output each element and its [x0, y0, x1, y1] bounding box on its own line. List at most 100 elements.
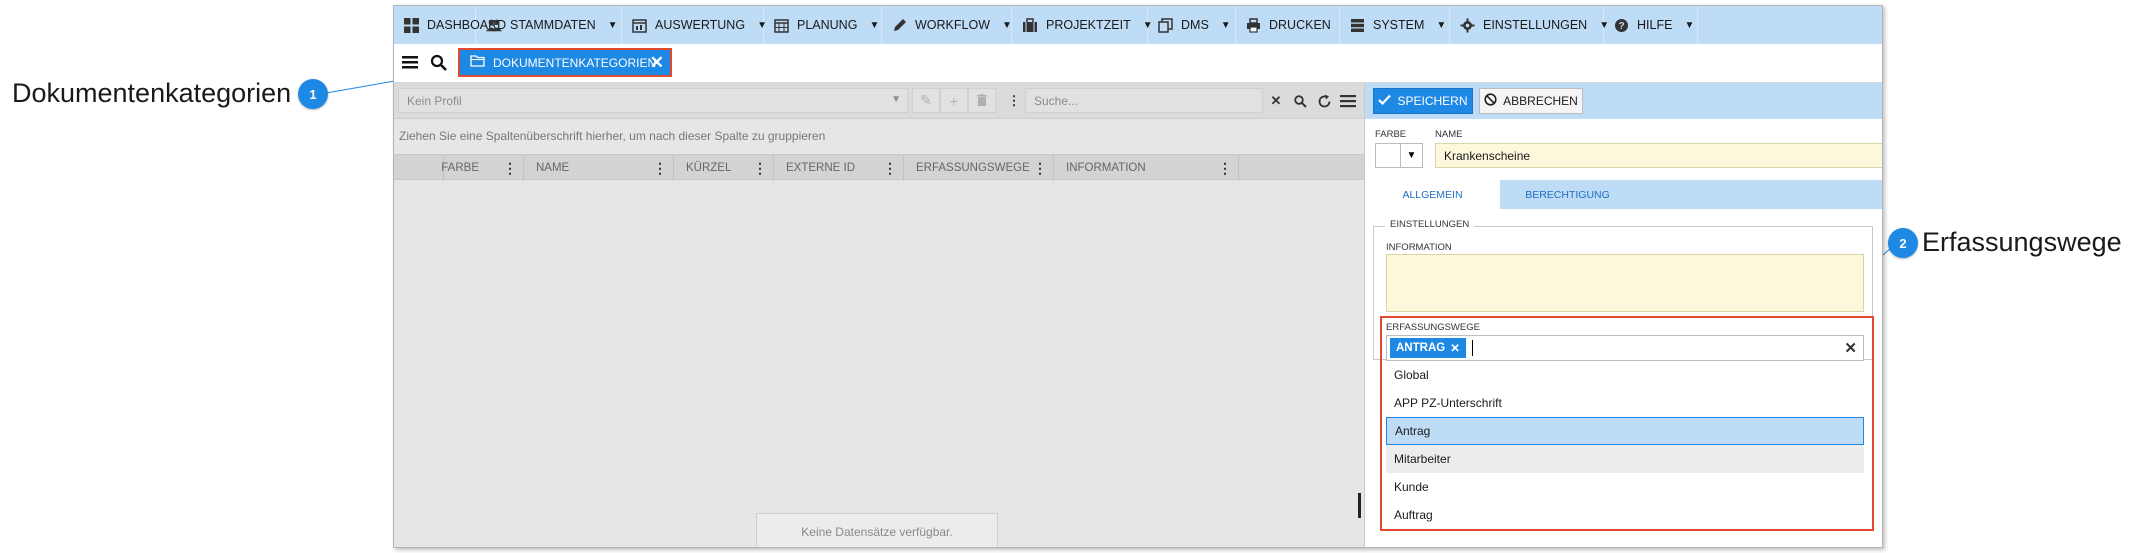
column-label: KÜRZEL — [686, 162, 732, 174]
search-icon[interactable] — [1291, 92, 1309, 110]
clear-search-icon[interactable]: ✕ — [1267, 92, 1285, 110]
color-picker[interactable]: ▼ — [1375, 143, 1423, 168]
dropdown-option[interactable]: APP PZ-Unterschrift — [1386, 389, 1864, 417]
dropdown-option[interactable]: Antrag — [1386, 417, 1864, 445]
column-menu-icon[interactable]: ⋮ — [1218, 160, 1232, 177]
column-label: EXTERNE ID — [786, 162, 856, 174]
group-by-hint: Ziehen Sie eine Spaltenüberschrift hierh… — [399, 129, 826, 143]
refresh-icon[interactable] — [1315, 92, 1333, 110]
menu-item-projektzeit[interactable]: PROJEKTZEIT ▼ — [1012, 6, 1153, 44]
menu-item-planung[interactable]: PLANUNG ▼ — [764, 6, 882, 44]
menu-label: WORKFLOW — [915, 18, 990, 32]
panel-splitter[interactable] — [1358, 493, 1361, 518]
grid-search-input[interactable]: Suche... — [1025, 88, 1263, 113]
hamburger-menu-icon[interactable] — [402, 54, 418, 70]
save-button[interactable]: SPEICHERN — [1373, 88, 1473, 114]
column-menu-icon[interactable]: ⋮ — [653, 160, 667, 177]
menu-item-stammdaten[interactable]: STAMMDATEN ▼ — [476, 6, 622, 44]
grid-column-erfassungswege[interactable]: ERFASSUNGSWEGE ⋮ — [904, 155, 1054, 181]
dropdown-option[interactable]: Auftrag — [1386, 501, 1864, 529]
category-grid-panel: Kein Profil ▼ ✎ + ⋮ Suche... ✕ Ziehen Si… — [394, 83, 1364, 547]
information-field-label: INFORMATION — [1386, 242, 1452, 253]
calendar-chart-icon — [632, 17, 647, 33]
menu-label: DMS — [1181, 18, 1209, 32]
profile-select-value: Kein Profil — [407, 94, 462, 108]
column-menu-icon[interactable]: ⋮ — [503, 160, 517, 177]
text-cursor — [1472, 340, 1473, 356]
column-label: FARBE — [441, 162, 479, 174]
tab-allgemein[interactable]: ALLGEMEIN — [1365, 180, 1500, 209]
erfassungswege-field-label: ERFASSUNGSWEGE — [1386, 322, 1480, 333]
column-menu-icon[interactable]: ⋮ — [1033, 160, 1047, 177]
copy-icon — [1158, 17, 1173, 33]
grid-column-name[interactable]: NAME ⋮ — [524, 155, 674, 181]
menu-item-hilfe[interactable]: ? HILFE ▼ — [1604, 6, 1698, 44]
menu-item-auswertung[interactable]: AUSWERTUNG ▼ — [622, 6, 767, 44]
grid-column-farbe[interactable]: FARBE ⋮ — [441, 155, 524, 181]
plus-icon: + — [949, 92, 959, 109]
grid-header-selector — [394, 155, 444, 181]
grid-icon — [404, 17, 419, 33]
folder-icon — [470, 55, 485, 70]
chevron-down-icon: ▼ — [1436, 19, 1447, 31]
menu-label: STAMMDATEN — [510, 18, 596, 32]
chevron-down-icon[interactable]: ▼ — [1400, 144, 1422, 167]
chip-remove-icon[interactable]: ✕ — [1450, 341, 1460, 355]
name-field-label: NAME — [1435, 129, 1463, 140]
menu-item-drucken[interactable]: DRUCKEN — [1236, 6, 1340, 44]
erfassungsweg-chip[interactable]: ANTRAG ✕ — [1390, 338, 1466, 358]
chevron-down-icon: ▼ — [607, 19, 618, 31]
category-detail-panel: SPEICHERN ABBRECHEN FARBE NAME ▼ Kranken… — [1364, 83, 1882, 547]
gear-icon — [1460, 17, 1475, 33]
form-tabs: ALLGEMEIN BERECHTIGUNG — [1365, 180, 1882, 209]
menu-item-dms[interactable]: DMS ▼ — [1148, 6, 1236, 44]
close-icon[interactable]: ✕ — [650, 53, 664, 73]
svg-text:?: ? — [1618, 21, 1624, 32]
checkmark-icon — [1378, 94, 1392, 108]
column-label: NAME — [536, 162, 570, 174]
grid-column-externe-id[interactable]: EXTERNE ID ⋮ — [774, 155, 904, 181]
chevron-down-icon: ▼ — [1220, 19, 1231, 31]
cancel-button[interactable]: ABBRECHEN — [1479, 88, 1583, 114]
calendar-icon — [774, 17, 789, 33]
app-window: DASHBOARD STAMMDATEN ▼ AUSWERTUNG ▼ PLAN… — [393, 5, 1883, 548]
callout-badge-1: 1 — [298, 79, 328, 109]
column-menu-icon[interactable]: ⋮ — [753, 160, 767, 177]
dropdown-option[interactable]: Global — [1386, 361, 1864, 389]
main-menubar: DASHBOARD STAMMDATEN ▼ AUSWERTUNG ▼ PLAN… — [394, 6, 1882, 44]
information-textarea[interactable] — [1386, 254, 1864, 312]
dropdown-option[interactable]: Kunde — [1386, 473, 1864, 501]
search-icon[interactable] — [430, 54, 448, 72]
edit-button[interactable]: ✎ — [912, 88, 940, 113]
menu-label: AUSWERTUNG — [655, 18, 746, 32]
menu-item-system[interactable]: SYSTEM ▼ — [1340, 6, 1450, 44]
menu-lines-icon[interactable] — [1339, 92, 1357, 110]
callout-badge-2: 2 — [1888, 228, 1918, 258]
profile-select[interactable]: Kein Profil ▼ — [398, 88, 908, 113]
briefcase-icon — [1022, 17, 1038, 33]
menu-item-einstellungen[interactable]: EINSTELLUNGEN ▼ — [1450, 6, 1609, 44]
grid-header: FARBE ⋮ NAME ⋮ KÜRZEL ⋮ EXTERNE ID ⋮ ERF… — [394, 154, 1364, 181]
grid-column-kuerzel[interactable]: KÜRZEL ⋮ — [674, 155, 774, 181]
trash-icon — [977, 93, 987, 109]
vertical-dots-icon[interactable]: ⋮ — [1005, 92, 1023, 110]
pencil-icon — [892, 17, 907, 33]
menu-item-workflow[interactable]: WORKFLOW ▼ — [882, 6, 1012, 44]
color-field-label: FARBE — [1375, 129, 1407, 140]
delete-button[interactable] — [968, 88, 996, 113]
erfassungswege-multiselect[interactable]: ANTRAG ✕ ✕ — [1386, 335, 1864, 361]
tab-berechtigung[interactable]: BERECHTIGUNG — [1500, 180, 1635, 209]
chevron-down-icon: ▼ — [891, 94, 901, 105]
clear-selection-icon[interactable]: ✕ — [1844, 339, 1857, 357]
grid-column-information[interactable]: INFORMATION ⋮ — [1054, 155, 1239, 181]
menu-label: EINSTELLUNGEN — [1483, 18, 1588, 32]
dropdown-option[interactable]: Mitarbeiter — [1386, 445, 1864, 473]
pencil-icon: ✎ — [920, 92, 932, 108]
name-field[interactable]: Krankenscheine — [1435, 143, 1882, 168]
menu-item-dashboard[interactable]: DASHBOARD — [394, 6, 506, 44]
add-button[interactable]: + — [940, 88, 968, 113]
screenshot-stage: Dokumentenkategorien 1 2 Erfassungswege … — [0, 0, 2132, 553]
column-menu-icon[interactable]: ⋮ — [883, 160, 897, 177]
grid-toolbar: Kein Profil ▼ ✎ + ⋮ Suche... ✕ — [394, 83, 1364, 119]
tab-dokumentenkategorien[interactable]: DOKUMENTENKATEGORIEN ✕ — [458, 48, 672, 77]
